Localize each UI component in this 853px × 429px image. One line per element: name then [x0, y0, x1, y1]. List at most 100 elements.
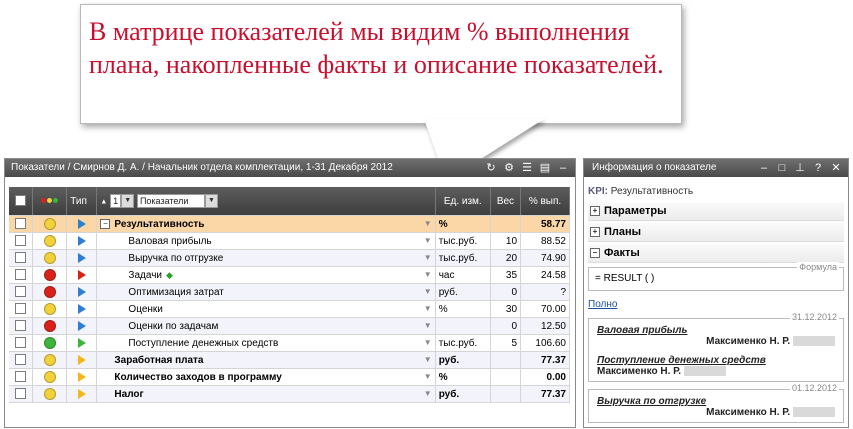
row-checkbox[interactable]	[14, 388, 26, 400]
row-menu-icon[interactable]: ▼	[424, 253, 432, 262]
name-cell[interactable]: Оценки ▼	[96, 300, 436, 318]
name-cell[interactable]: Оптимизация затрат ▼	[96, 283, 436, 301]
weight-cell	[490, 368, 522, 386]
list-icon[interactable]: ☰	[521, 159, 533, 177]
expand-icon[interactable]: +	[590, 206, 600, 217]
sort-asc-icon[interactable]: ▲	[100, 199, 107, 206]
status-cell	[32, 249, 68, 267]
row-menu-icon[interactable]: ▼	[424, 389, 432, 398]
row-checkbox-cell	[9, 385, 33, 403]
type-icon	[77, 269, 86, 280]
name-cell[interactable]: Количество заходов в программу ▼	[96, 368, 436, 386]
name-cell[interactable]: Заработная плата ▼	[96, 351, 436, 369]
collapse-icon[interactable]: −	[590, 248, 600, 259]
close-icon[interactable]: ✕	[830, 159, 842, 177]
row-checkbox[interactable]	[14, 269, 26, 281]
help-icon[interactable]: ?	[812, 159, 824, 177]
pct-cell: 77.37	[520, 351, 570, 369]
fact-item: Поступление денежных средств Максименко Н…	[597, 355, 835, 377]
type-icon	[77, 354, 86, 365]
weight-cell: 0	[490, 317, 522, 335]
row-checkbox-cell	[9, 266, 33, 284]
weight-cell: 0	[490, 283, 522, 301]
row-checkbox[interactable]	[14, 371, 26, 383]
gear-icon[interactable]: ⚙	[503, 159, 515, 177]
row-checkbox[interactable]	[14, 286, 26, 298]
export-icon[interactable]: ▤	[539, 159, 551, 177]
group-select[interactable]: Показатели	[136, 194, 205, 208]
type-column-header[interactable]: Тип	[66, 187, 98, 216]
full-link[interactable]: Полно	[584, 291, 848, 311]
section-params[interactable]: + Параметры	[588, 202, 844, 221]
select-all-checkbox[interactable]	[14, 195, 26, 207]
row-checkbox-cell	[9, 317, 33, 335]
table-row[interactable]: Оценки по задачам ▼ 0 12.50	[9, 317, 570, 335]
status-indicator-icon	[43, 371, 56, 383]
row-menu-icon[interactable]: ▼	[424, 270, 432, 279]
row-checkbox[interactable]	[14, 337, 26, 349]
name-cell[interactable]: Налог ▼	[96, 385, 436, 403]
row-checkbox[interactable]	[14, 252, 26, 264]
table-row[interactable]: − Результативность ▼% 58.77	[9, 215, 570, 233]
table-row[interactable]: Количество заходов в программу ▼% 0.00	[9, 368, 570, 386]
table-row[interactable]: Выручка по отгрузке ▼ тыс.руб. 20 74.90	[9, 249, 570, 267]
fact-indicator-link[interactable]: Выручка по отгрузке	[597, 396, 835, 407]
name-cell[interactable]: Выручка по отгрузке ▼	[96, 249, 436, 267]
table-row[interactable]: Заработная плата ▼ руб. 77.37	[9, 351, 570, 369]
minimize-icon[interactable]: –	[557, 159, 569, 177]
row-checkbox[interactable]	[14, 235, 26, 247]
restore-icon[interactable]: □	[776, 159, 788, 177]
table-row[interactable]: Поступление денежных средств ▼ тыс.руб. 5 10…	[9, 334, 570, 352]
row-checkbox[interactable]	[14, 320, 26, 332]
level-select[interactable]: 1	[110, 194, 122, 208]
indicator-name: Результативность	[114, 218, 205, 230]
table-row[interactable]: Валовая прибыль ▼ тыс.руб. 10 88.52	[9, 232, 570, 250]
section-facts[interactable]: − Факты	[588, 244, 844, 263]
weight-column-header[interactable]: Вес	[490, 187, 522, 216]
expand-icon[interactable]: +	[590, 227, 600, 238]
table-row[interactable]: Оптимизация затрат ▼ руб. 0?	[9, 283, 570, 301]
name-cell[interactable]: Задачи ◆ ▼	[96, 266, 436, 284]
name-cell[interactable]: Оценки по задачам ▼	[96, 317, 436, 335]
unit-column-header[interactable]: Ед. изм.	[435, 187, 491, 216]
row-menu-icon[interactable]: ▼	[424, 321, 432, 330]
fact-indicator-link[interactable]: Валовая прибыль	[597, 325, 835, 336]
name-cell[interactable]: Валовая прибыль ▼	[96, 232, 436, 250]
type-cell	[66, 368, 98, 386]
table-row[interactable]: Задачи ◆ ▼ час 35 24.58	[9, 266, 570, 284]
table-row[interactable]: Налог ▼ руб. 77.37	[9, 385, 570, 403]
indicator-name: Оценки	[128, 303, 163, 315]
section-plans[interactable]: + Планы	[588, 223, 844, 242]
row-checkbox[interactable]	[14, 218, 26, 230]
group-select-button[interactable]: ▼	[204, 194, 218, 208]
fact-person-row: Максименко Н. Р.	[597, 407, 835, 418]
fact-indicator-link[interactable]: Поступление денежных средств	[597, 355, 835, 366]
row-menu-icon[interactable]: ▼	[424, 372, 432, 381]
indicators-grid: Тип ▲ 1 ▼ Показатели ▼ Ед. изм. Вес % вып.…	[9, 187, 570, 403]
row-menu-icon[interactable]: ▼	[424, 338, 432, 347]
indicator-info-panel: Информация о показателе – □ ⊥ ? ✕ KPI: Р…	[583, 158, 849, 428]
facts-list: 31.12.2012 Валовая прибыль Максименко Н. Р…	[584, 312, 848, 423]
level-select-button[interactable]: ▼	[121, 194, 135, 208]
minimize-icon[interactable]: –	[758, 159, 770, 177]
weight-cell	[490, 351, 522, 369]
table-row[interactable]: Оценки ▼% 30 70.00	[9, 300, 570, 318]
row-checkbox[interactable]	[14, 303, 26, 315]
collapse-icon[interactable]: −	[100, 218, 111, 229]
name-cell[interactable]: Поступление денежных средств ▼	[96, 334, 436, 352]
indicator-name: Заработная плата	[114, 354, 204, 366]
unit-cell: тыс.руб.	[435, 232, 491, 250]
row-menu-icon[interactable]: ▼	[424, 287, 432, 296]
row-checkbox[interactable]	[14, 354, 26, 366]
name-cell[interactable]: − Результативность ▼	[96, 215, 436, 233]
pct-column-header[interactable]: % вып.	[520, 187, 570, 216]
indicators-panel-header: Показатели / Смирнов Д. А. / Начальник о…	[5, 159, 575, 177]
row-menu-icon[interactable]: ▼	[424, 304, 432, 313]
type-cell	[66, 266, 98, 284]
fact-date: 01.12.2012	[789, 383, 839, 393]
row-menu-icon[interactable]: ▼	[424, 219, 432, 228]
refresh-icon[interactable]: ↻	[485, 159, 497, 177]
row-menu-icon[interactable]: ▼	[424, 355, 432, 364]
pin-icon[interactable]: ⊥	[794, 159, 806, 177]
row-menu-icon[interactable]: ▼	[424, 236, 432, 245]
